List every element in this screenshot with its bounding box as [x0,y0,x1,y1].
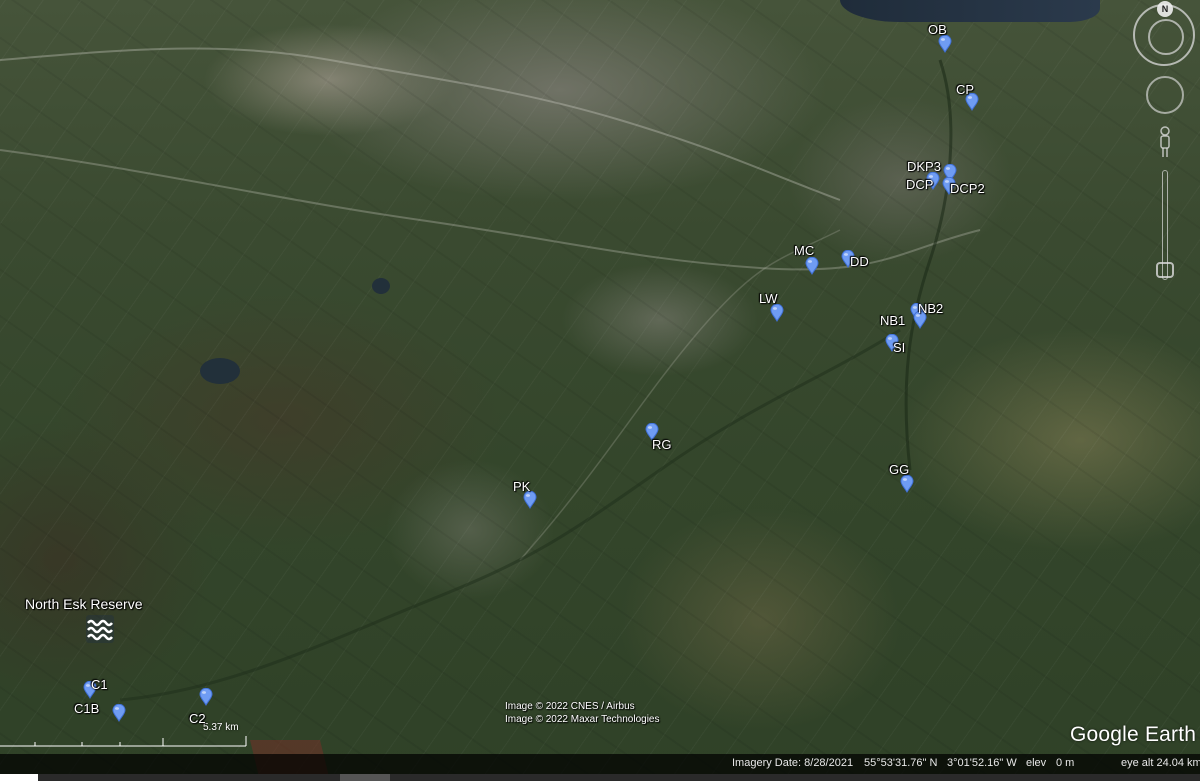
water-waves-icon[interactable] [85,614,115,644]
look-joystick[interactable] [1146,76,1184,114]
placemark-label[interactable]: C1 [91,677,108,692]
placemark-pin-icon[interactable] [938,35,952,53]
placemark-label[interactable]: SI [893,340,905,355]
longitude-readout: 3°01'52.16" W [947,757,1017,769]
placemark-label[interactable]: CP [956,82,974,97]
placemark-pin-icon[interactable] [900,475,914,493]
streaming-progress-bar [0,774,1200,781]
reserve-label: North Esk Reserve [25,596,143,612]
road-network [0,47,981,781]
placemark-label[interactable]: OB [928,22,947,37]
placemark-pin-icon[interactable] [770,304,784,322]
placemark-label[interactable]: NB2 [918,301,943,316]
zoom-slider-thumb[interactable] [1156,262,1174,278]
placemark-label[interactable]: GG [889,462,909,477]
placemark-label[interactable]: NB1 [880,313,905,328]
imagery-date: Imagery Date: 8/28/2021 [732,757,854,769]
compass-center[interactable] [1148,19,1184,55]
progress-segment [340,774,390,781]
satellite-map-view[interactable]: North Esk Reserve Image © 2022 CNES / Ai… [0,0,1200,781]
credit-line: Image © 2022 Maxar Technologies [505,714,660,725]
north-indicator[interactable]: N [1157,1,1173,17]
placemark-pin-icon[interactable] [199,688,213,706]
status-bar [0,754,1200,774]
placemark-label[interactable]: C1B [74,701,99,716]
placemark-label[interactable]: PK [513,479,530,494]
placemark-label[interactable]: LW [759,291,778,306]
scale-bar [0,736,247,747]
placemark-label[interactable]: DD [850,254,869,269]
imagery-credits: Image © 2022 CNES / Airbus Image © 2022 … [505,700,660,726]
placemark-label[interactable]: RG [652,437,672,452]
progress-fill [0,774,39,781]
placemark-pin-icon[interactable] [112,704,126,722]
placemark-label[interactable]: C2 [189,711,206,726]
placemark-label[interactable]: DCP [906,177,933,192]
scale-label: 5.37 km [203,722,239,733]
placemark-label[interactable]: DKP3 [907,159,941,174]
latitude-readout: 55°53'31.76" N [864,757,938,769]
elevation-value: 0 m [1056,757,1075,769]
credit-line: Image © 2022 CNES / Airbus [505,701,635,712]
placemark-pin-icon[interactable] [805,257,819,275]
street-view-person-icon[interactable] [1158,126,1172,158]
placemark-label[interactable]: MC [794,243,814,258]
google-earth-logo: Google Earth [1070,723,1197,746]
elevation-label: elev [1026,757,1047,769]
placemark-label[interactable]: DCP2 [950,181,985,196]
eye-altitude-readout: eye alt 24.04 km [1121,757,1200,769]
